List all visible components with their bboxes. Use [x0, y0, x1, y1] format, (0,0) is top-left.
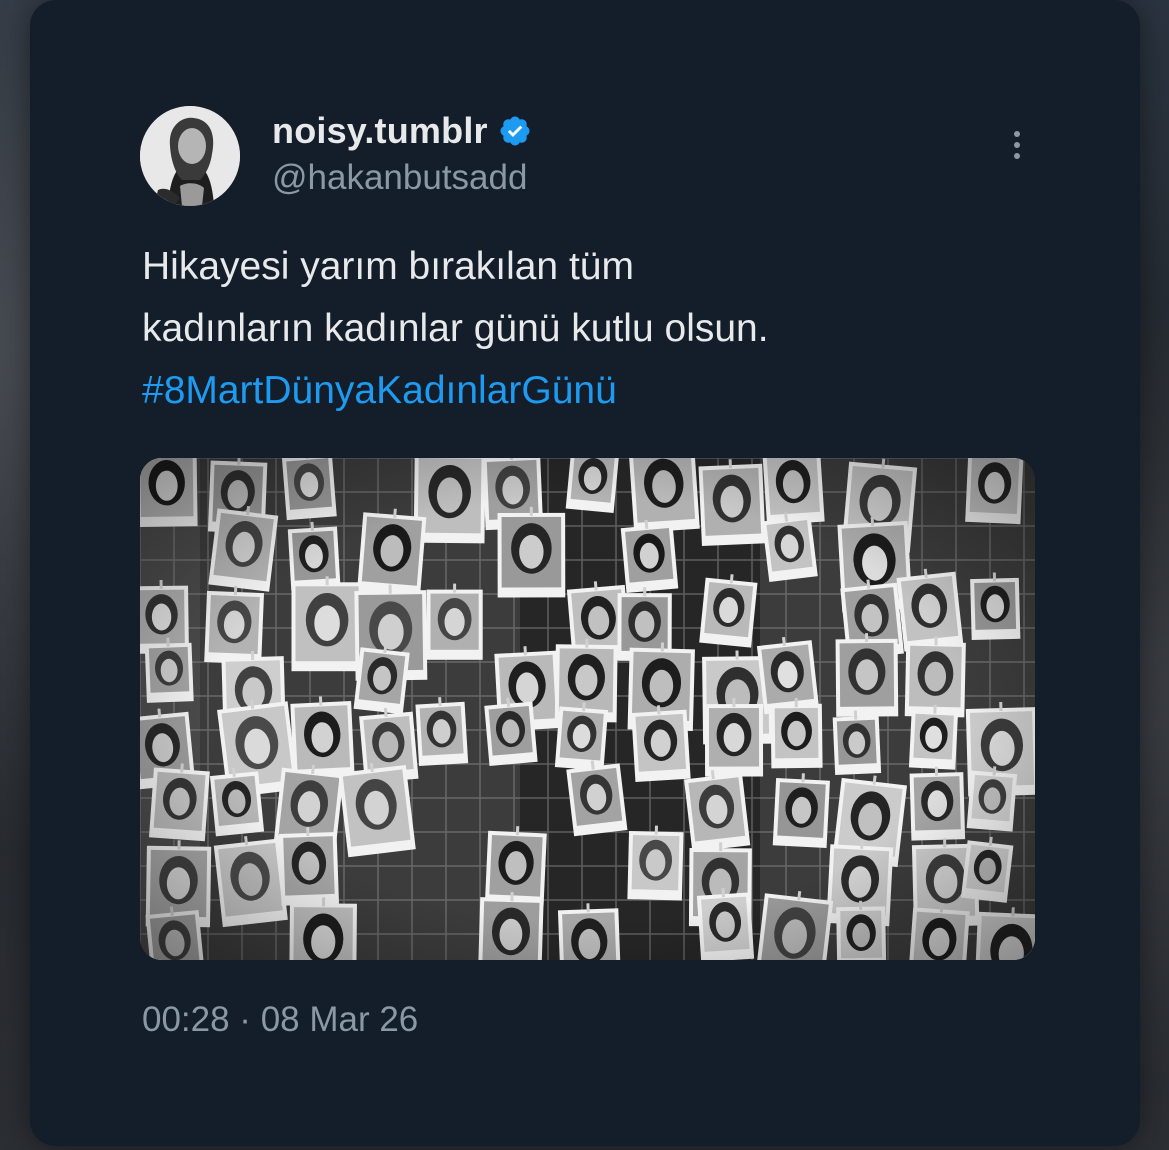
display-name[interactable]: noisy.tumblr — [272, 110, 488, 152]
avatar-image — [140, 106, 240, 206]
tweet-media-image[interactable] — [140, 458, 1035, 960]
more-options-icon[interactable] — [1002, 126, 1032, 170]
photo-wall-image — [140, 458, 1035, 960]
verified-badge-icon — [500, 116, 530, 146]
hashtag-link[interactable]: #8MartDünyaKadınlarGünü — [142, 360, 1022, 422]
tweet-card[interactable]: noisy.tumblr @hakanbutsadd Hikayesi yarı… — [30, 0, 1140, 1146]
tweet-text-line-1: Hikayesi yarım bırakılan tüm — [142, 245, 634, 288]
tweet-timestamp[interactable]: 00:28 · 08 Mar 26 — [142, 1000, 418, 1040]
author-name-row: noisy.tumblr — [272, 110, 532, 152]
avatar[interactable] — [140, 106, 240, 206]
tweet-text-line-2: kadınların kadınlar günü kutlu olsun. — [142, 307, 769, 350]
author-handle[interactable]: @hakanbutsadd — [272, 158, 527, 198]
tweet-text: Hikayesi yarım bırakılan tüm kadınların … — [142, 236, 1022, 422]
